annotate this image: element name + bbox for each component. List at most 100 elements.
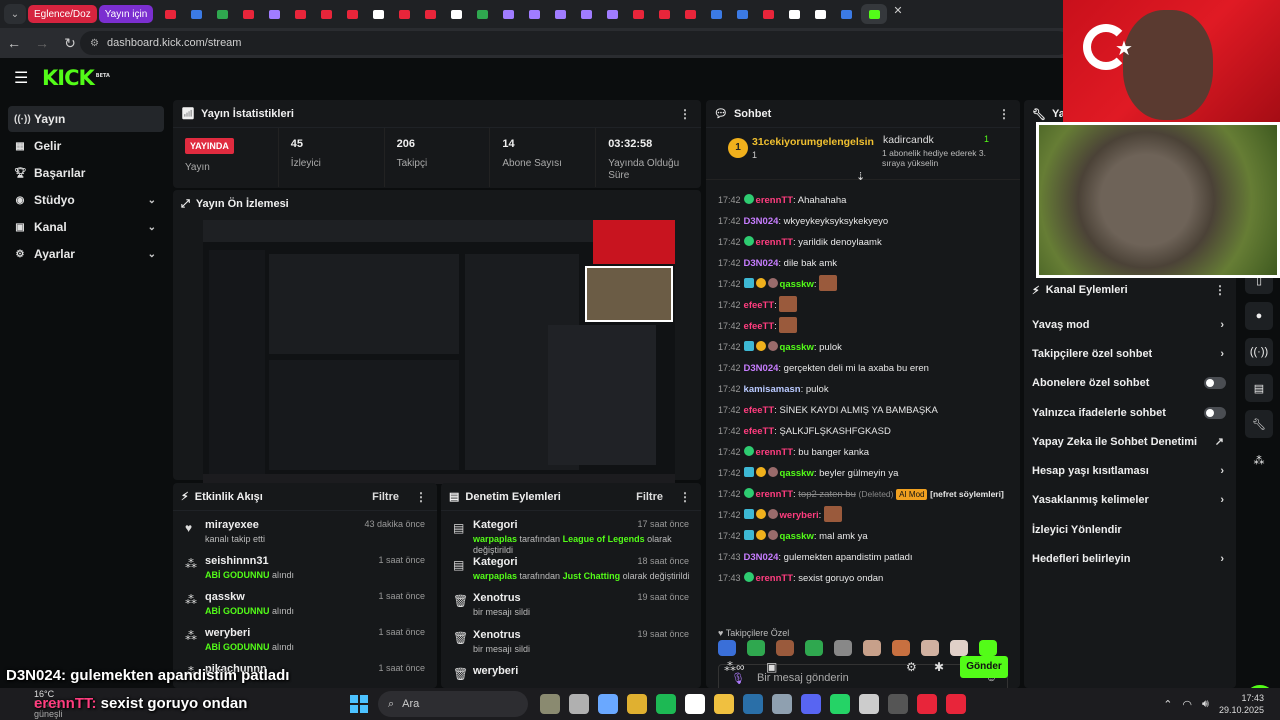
tab-list-button[interactable]: ⌄ bbox=[4, 4, 26, 24]
moderation-filter-button[interactable]: Filtre bbox=[636, 491, 663, 503]
browser-tab[interactable] bbox=[523, 4, 545, 24]
emote-icon[interactable] bbox=[819, 275, 838, 291]
emote-icon[interactable] bbox=[805, 640, 823, 656]
emote-icon[interactable] bbox=[863, 640, 881, 656]
browser-tab[interactable] bbox=[445, 4, 467, 24]
message-user[interactable]: erennTT bbox=[756, 489, 793, 500]
emote-icon[interactable] bbox=[718, 640, 736, 656]
emote-icon[interactable] bbox=[823, 506, 842, 522]
emote-icon[interactable] bbox=[921, 640, 939, 656]
channel-action-item[interactable]: Yasaklanmış kelimeler › bbox=[1024, 486, 1236, 515]
chevron-down-icon[interactable]: ⌄ bbox=[148, 195, 156, 206]
browser-tab[interactable] bbox=[835, 4, 857, 24]
emote-icon[interactable] bbox=[834, 640, 852, 656]
browser-tab[interactable] bbox=[497, 4, 519, 24]
message-user[interactable]: efeeTT bbox=[744, 405, 775, 416]
sidebar-item-yayin[interactable]: ((·)) Yayın bbox=[8, 106, 164, 132]
tab-group-eglence[interactable]: Eglence/Doz bbox=[28, 5, 97, 23]
channel-action-item[interactable]: Yalnızca ifadelerle sohbet bbox=[1024, 398, 1236, 427]
chat-message[interactable]: 17:42 efeeTT: bbox=[706, 295, 1020, 316]
browser-tab[interactable] bbox=[809, 4, 831, 24]
message-user[interactable]: qasskw bbox=[780, 531, 814, 542]
channel-action-item[interactable]: Hesap yaşı kısıtlaması › bbox=[1024, 456, 1236, 485]
browser-tab[interactable] bbox=[393, 4, 415, 24]
app-icon[interactable] bbox=[946, 694, 966, 714]
browser-tab[interactable] bbox=[159, 4, 181, 24]
browser-tab[interactable] bbox=[575, 4, 597, 24]
chat-message[interactable]: 17:42 erennTT: bu banger kanka bbox=[706, 442, 1020, 463]
chat-message[interactable]: 17:42 D3N024: gerçekten deli mi la axaba … bbox=[706, 358, 1020, 379]
moderation-item[interactable]: ▤ Kategori warpaplas tarafından League of … bbox=[441, 513, 701, 555]
message-user[interactable]: qasskw bbox=[780, 279, 814, 290]
layout-icon[interactable]: ▤ bbox=[1245, 374, 1273, 402]
emote-icon[interactable] bbox=[776, 640, 794, 656]
browser-tab[interactable] bbox=[549, 4, 571, 24]
sidebar-item-studyo[interactable]: ◉ Stüdyo ⌄ bbox=[8, 187, 164, 213]
stream-preview-video[interactable] bbox=[203, 220, 675, 484]
url-input[interactable]: ⚙ dashboard.kick.com/stream bbox=[80, 31, 1070, 55]
message-user[interactable]: weryberi bbox=[780, 510, 819, 521]
message-user[interactable]: efeeTT bbox=[744, 321, 775, 332]
moderation-item[interactable]: ▤ Kategori warpaplas tarafından Just Chatt… bbox=[441, 550, 701, 587]
more-icon[interactable]: ⋮ bbox=[679, 490, 691, 504]
chat-message[interactable]: 17:42 efeeTT: SİNEK KAYDI ALMIŞ YA BAMBAŞ… bbox=[706, 400, 1020, 421]
emote-icon[interactable] bbox=[892, 640, 910, 656]
wifi-icon[interactable]: ◠ bbox=[1182, 698, 1192, 711]
message-user[interactable]: erennTT bbox=[756, 573, 793, 584]
browser-tab[interactable] bbox=[861, 4, 888, 24]
browser-tab[interactable] bbox=[601, 4, 623, 24]
emote-icon[interactable] bbox=[747, 640, 765, 656]
emote-icon[interactable] bbox=[779, 296, 798, 312]
mountain-icon[interactable] bbox=[540, 694, 560, 714]
browser-tab[interactable] bbox=[263, 4, 285, 24]
file-icon[interactable] bbox=[569, 694, 589, 714]
chat-message[interactable]: 17:43 erennTT: sexist goruyo ondan bbox=[706, 568, 1020, 589]
chat-message[interactable]: 17:42 erennTT: top2 zaten bu (Deleted) AI… bbox=[706, 484, 1020, 505]
chat-bubble-icon[interactable]: ● bbox=[1245, 302, 1273, 330]
activity-item[interactable]: ♥ mirayexee kanalı takip etti 43 dakika önc… bbox=[173, 513, 437, 549]
browser-tab[interactable] bbox=[211, 4, 233, 24]
emote-icon[interactable] bbox=[779, 317, 798, 333]
channel-action-item[interactable]: Yapay Zeka ile Sohbet Denetimi ↗ bbox=[1024, 427, 1236, 456]
top-gifter-name[interactable]: 31cekiyorumgelengelsin bbox=[752, 136, 874, 148]
browser-tab[interactable] bbox=[653, 4, 675, 24]
emote-icon[interactable] bbox=[950, 640, 968, 656]
message-user[interactable]: efeeTT bbox=[744, 300, 775, 311]
browser-tab[interactable] bbox=[341, 4, 363, 24]
broadcast-icon[interactable]: ((·)) bbox=[1245, 338, 1273, 366]
settings-icon[interactable]: ⚙ bbox=[906, 660, 917, 674]
steam-icon[interactable] bbox=[743, 694, 763, 714]
chat-message[interactable]: 17:43 D3N024: gulemekten apandistim patla… bbox=[706, 547, 1020, 568]
spotify-icon[interactable] bbox=[656, 694, 676, 714]
scroll-down-icon[interactable]: ⇣ bbox=[856, 170, 865, 183]
wrench-icon[interactable]: 🔧︎ bbox=[1245, 410, 1273, 438]
chat-message[interactable]: 17:42 qasskw: bbox=[706, 274, 1020, 295]
message-user[interactable]: qasskw bbox=[780, 468, 814, 479]
channel-action-item[interactable]: Takipçilere özel sohbet › bbox=[1024, 339, 1236, 368]
toggle-switch[interactable] bbox=[1204, 406, 1226, 419]
browser-tab[interactable] bbox=[627, 4, 649, 24]
close-tab-icon[interactable]: ✕ bbox=[893, 4, 902, 24]
message-user[interactable]: erennTT bbox=[756, 447, 793, 458]
channel-action-item[interactable]: İzleyici Yönlendir bbox=[1024, 515, 1236, 544]
moderation-item[interactable]: 🗑︎ Xenotrus bir mesajı sildi 19 saat önce bbox=[441, 586, 701, 623]
chat-message[interactable]: 17:42 D3N024: wkyeykeyksyksykekyeyo bbox=[706, 211, 1020, 232]
more-icon[interactable]: ⋮ bbox=[679, 107, 691, 121]
users-icon[interactable]: ⁂∞ bbox=[724, 660, 745, 674]
more-icon[interactable]: ⋮ bbox=[1214, 283, 1226, 297]
kick-logo[interactable]: KICK BETA bbox=[42, 66, 110, 90]
message-user[interactable]: D3N024 bbox=[744, 258, 779, 269]
whatsapp-icon[interactable] bbox=[830, 694, 850, 714]
channel-action-item[interactable]: Yavaş mod › bbox=[1024, 310, 1236, 339]
clock[interactable]: 17:43 29.10.2025 bbox=[1219, 692, 1264, 716]
notepad-icon[interactable] bbox=[685, 694, 705, 714]
message-user[interactable]: erennTT bbox=[756, 195, 793, 206]
browser-tab[interactable] bbox=[783, 4, 805, 24]
sidebar-item-basarilar[interactable]: 🏆︎ Başarılar bbox=[8, 160, 164, 186]
browser-tab[interactable] bbox=[731, 4, 753, 24]
more-icon[interactable]: ⋮ bbox=[415, 490, 427, 504]
tab-group-yayin[interactable]: Yayın için bbox=[98, 5, 154, 23]
chrome-icon[interactable] bbox=[627, 694, 647, 714]
menu-icon[interactable]: ☰ bbox=[14, 68, 28, 88]
moderation-item[interactable]: 🗑︎ Xenotrus bir mesajı sildi 19 saat önce bbox=[441, 623, 701, 660]
